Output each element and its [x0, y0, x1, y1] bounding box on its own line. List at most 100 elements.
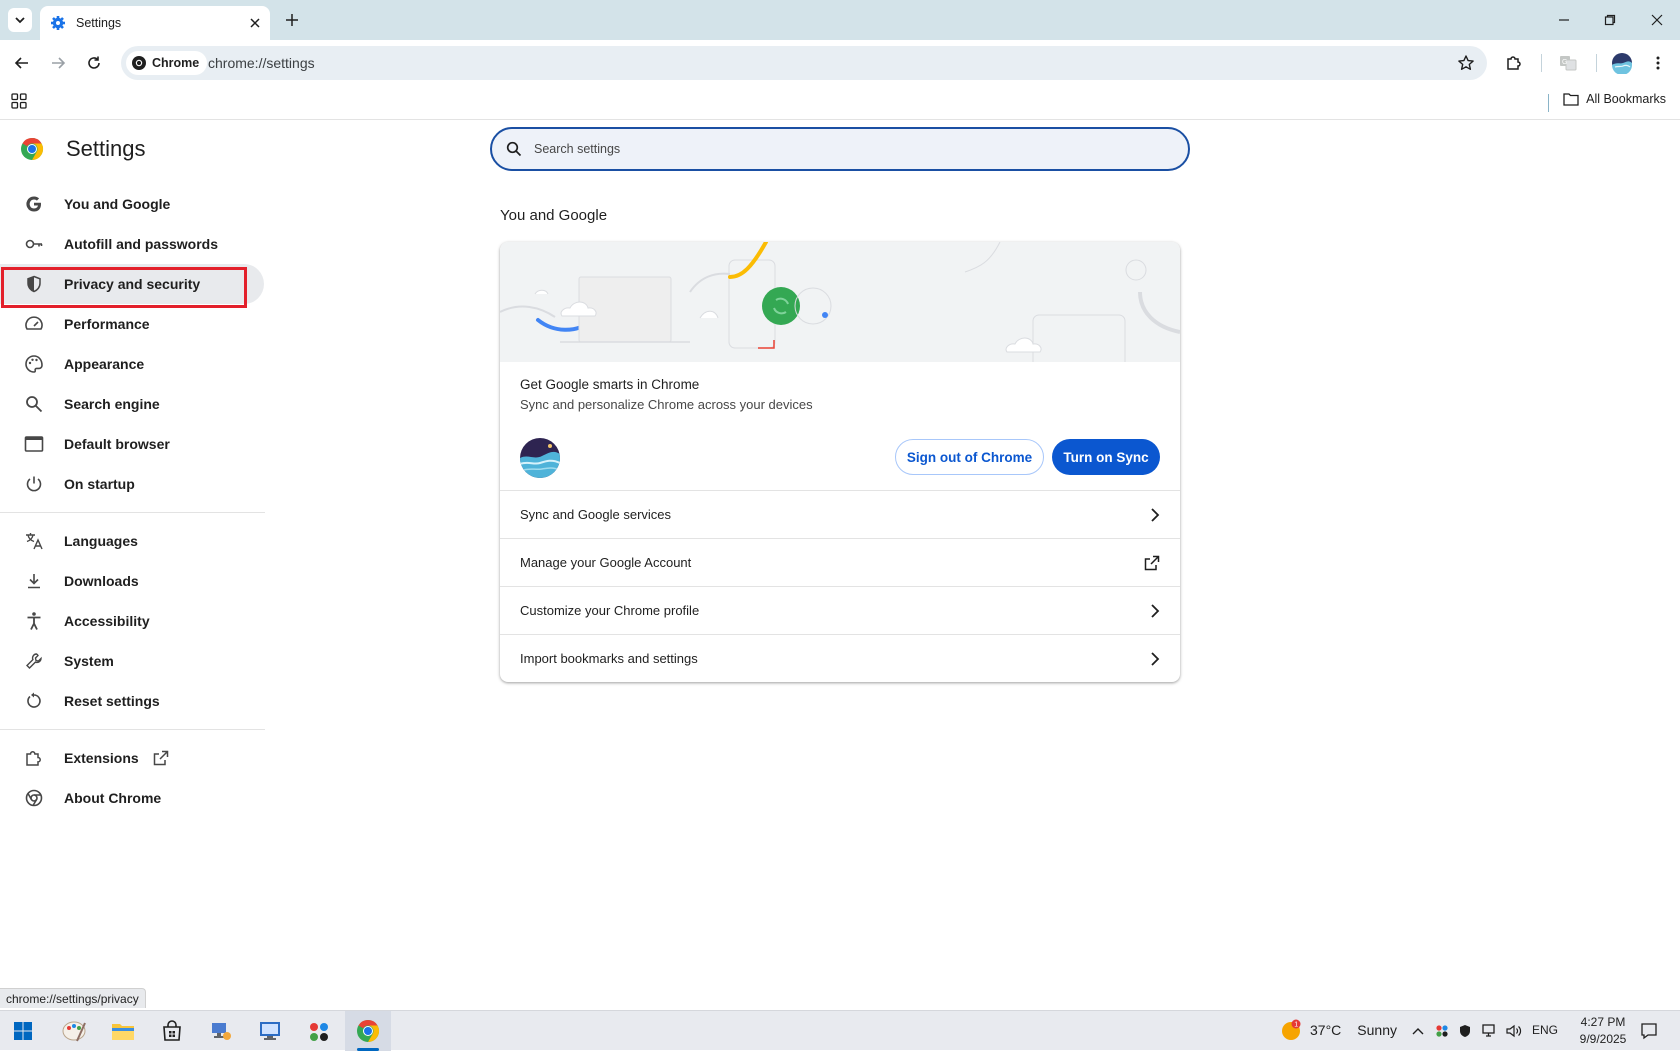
start-button[interactable]	[0, 1011, 46, 1051]
weather-condition: Sunny	[1357, 1022, 1397, 1038]
sidebar-item-system[interactable]: System	[0, 641, 264, 681]
sidebar-item-label: Autofill and passwords	[64, 236, 219, 252]
back-button[interactable]	[10, 51, 34, 75]
reload-button[interactable]	[82, 51, 106, 75]
translate-button[interactable]: G	[1556, 51, 1580, 75]
clock[interactable]: 4:27 PM 9/9/2025	[1568, 1014, 1638, 1048]
taskbar-app-network-tool[interactable]	[198, 1011, 244, 1051]
reset-icon	[24, 691, 44, 711]
promo-title: Get Google smarts in Chrome	[520, 377, 700, 392]
tab-title: Settings	[76, 16, 122, 30]
windows-icon	[14, 1022, 32, 1040]
all-bookmarks-button[interactable]: All Bookmarks	[1563, 92, 1666, 106]
apps-button[interactable]	[11, 93, 27, 109]
tab-settings[interactable]: Settings	[40, 6, 270, 40]
new-tab-button[interactable]	[281, 9, 303, 31]
search-icon	[506, 141, 522, 157]
menu-button[interactable]	[1646, 51, 1670, 75]
monitor-icon	[260, 1022, 280, 1040]
chevron-up-icon	[1412, 1028, 1424, 1035]
row-label: Sync and Google services	[520, 507, 672, 522]
tray-security[interactable]	[1456, 1022, 1474, 1040]
sidebar-item-label: You and Google	[64, 196, 171, 212]
chevron-right-icon	[1151, 651, 1160, 666]
extensions-button[interactable]	[1502, 51, 1526, 75]
wrench-icon	[24, 651, 44, 671]
taskbar-app-remote-desktop[interactable]	[247, 1011, 293, 1051]
minimize-button[interactable]	[1541, 0, 1587, 40]
toolbar-divider	[1541, 54, 1542, 72]
profile-button[interactable]	[1610, 51, 1634, 75]
search-input[interactable]	[534, 142, 1134, 156]
sidebar-item-about-chrome[interactable]: About Chrome	[0, 778, 264, 818]
taskbar-app-file-explorer[interactable]	[100, 1011, 146, 1051]
promo-subtitle: Sync and personalize Chrome across your …	[520, 397, 813, 412]
chrome-icon	[24, 788, 44, 808]
weather-widget[interactable]: 1 37°C Sunny	[1280, 1019, 1397, 1041]
settings-brand: Settings	[20, 136, 146, 162]
sidebar-item-search-engine[interactable]: Search engine	[0, 384, 264, 424]
sidebar-item-performance[interactable]: Performance	[0, 304, 264, 344]
tray-app-dots[interactable]	[1433, 1022, 1451, 1040]
taskbar-app-chrome[interactable]	[345, 1011, 391, 1051]
speaker-icon	[1506, 1024, 1522, 1038]
sidebar-item-you-and-google[interactable]: You and Google	[0, 184, 264, 224]
taskbar-app-paint[interactable]	[51, 1011, 97, 1051]
sidebar-item-default-browser[interactable]: Default browser	[0, 424, 264, 464]
row-manage-google-account[interactable]: Manage your Google Account	[500, 538, 1180, 586]
translate-icon: G	[1560, 56, 1577, 71]
close-icon	[1651, 14, 1663, 26]
close-icon[interactable]	[250, 18, 260, 28]
sidebar-item-languages[interactable]: Languages	[0, 521, 264, 561]
tray-volume[interactable]	[1505, 1022, 1523, 1040]
row-sync-google-services[interactable]: Sync and Google services	[500, 490, 1180, 538]
sidebar-item-appearance[interactable]: Appearance	[0, 344, 264, 384]
tab-search-button[interactable]	[8, 8, 32, 32]
site-info-chip[interactable]: Chrome	[126, 51, 208, 75]
restore-button[interactable]	[1587, 0, 1633, 40]
row-customize-profile[interactable]: Customize your Chrome profile	[500, 586, 1180, 634]
all-bookmarks-label: All Bookmarks	[1586, 92, 1666, 106]
sidebar-item-label: Downloads	[64, 573, 139, 589]
sidebar-item-on-startup[interactable]: On startup	[0, 464, 264, 504]
sidebar-item-extensions[interactable]: Extensions	[0, 738, 264, 778]
sun-icon: 1	[1282, 1019, 1301, 1040]
arrow-right-icon	[52, 57, 66, 69]
row-import-bookmarks[interactable]: Import bookmarks and settings	[500, 634, 1180, 682]
colored-dots-icon	[310, 1023, 328, 1041]
sidebar-divider	[0, 512, 265, 513]
sidebar-item-downloads[interactable]: Downloads	[0, 561, 264, 601]
bookmarks-bar: All Bookmarks	[0, 86, 1680, 120]
folder-icon	[1563, 93, 1579, 106]
show-hidden-icons-button[interactable]	[1409, 1022, 1427, 1040]
status-url-bubble: chrome://settings/privacy	[0, 988, 146, 1008]
turn-on-sync-button[interactable]: Turn on Sync	[1052, 439, 1160, 475]
tray-network[interactable]	[1481, 1022, 1499, 1040]
notification-center-button[interactable]	[1638, 1020, 1660, 1042]
clock-time: 4:27 PM	[1580, 1015, 1626, 1029]
sidebar-item-reset[interactable]: Reset settings	[0, 681, 264, 721]
forward-button[interactable]	[46, 51, 70, 75]
puzzle-icon	[1507, 56, 1521, 70]
download-icon	[24, 571, 44, 591]
url-text: chrome://settings	[208, 55, 315, 71]
taskbar: 1 37°C Sunny ENG 4:27 PM 9/9/2025	[0, 1010, 1680, 1051]
sidebar-item-accessibility[interactable]: Accessibility	[0, 601, 264, 641]
chip-label: Chrome	[152, 56, 200, 70]
address-bar[interactable]: Chrome chrome://settings	[121, 46, 1487, 80]
taskbar-app-dots[interactable]	[296, 1011, 342, 1051]
page-title: Settings	[66, 136, 146, 161]
sign-out-button[interactable]: Sign out of Chrome	[895, 439, 1044, 475]
chevron-down-icon	[15, 17, 25, 24]
bookmark-star-button[interactable]	[1457, 54, 1475, 72]
svg-text:G: G	[1562, 59, 1567, 66]
language-indicator[interactable]: ENG	[1532, 1023, 1558, 1037]
temperature: 37°C	[1310, 1022, 1342, 1038]
sidebar-item-autofill[interactable]: Autofill and passwords	[0, 224, 264, 264]
store-bag-icon	[163, 1020, 181, 1041]
close-window-button[interactable]	[1634, 0, 1680, 40]
search-settings-field[interactable]	[490, 127, 1190, 171]
puzzle-icon	[24, 748, 44, 768]
taskbar-app-store[interactable]	[149, 1011, 195, 1051]
gear-icon	[51, 16, 65, 30]
